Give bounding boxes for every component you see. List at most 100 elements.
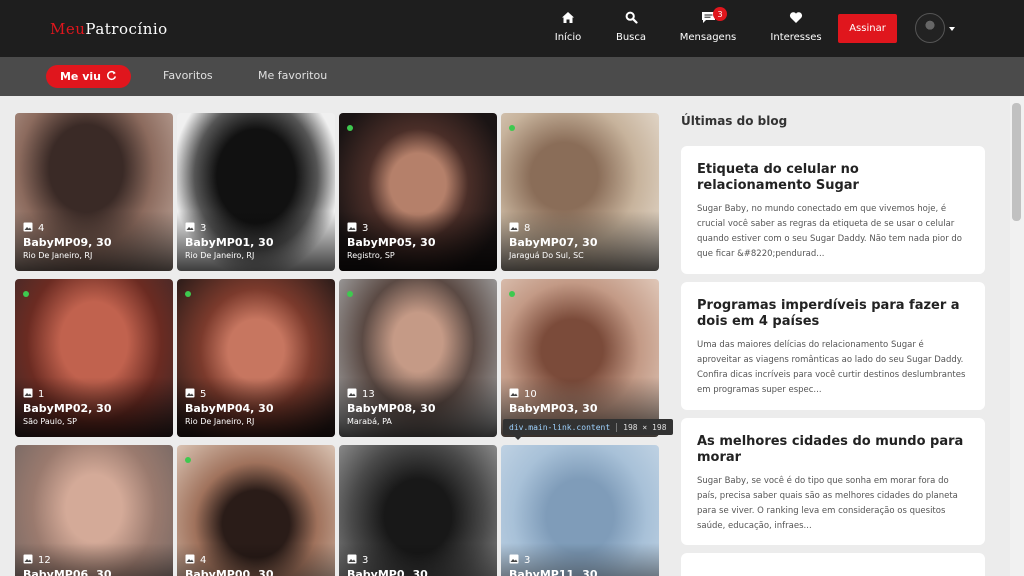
blog-post-excerpt: Sugar Baby, se você é do tipo que sonha … bbox=[697, 476, 958, 531]
logo-text-patrocinio: Patrocínio bbox=[85, 20, 168, 38]
photo-count: 5 bbox=[185, 388, 206, 401]
photo-count: 3 bbox=[347, 554, 368, 567]
profile-card[interactable]: 12 BabyMP06, 30 bbox=[15, 445, 173, 576]
photo-count-value: 4 bbox=[200, 555, 207, 566]
profile-name[interactable]: BabyMP01, 30 bbox=[185, 236, 273, 249]
blog-post-title[interactable]: Programas imperdíveis para fazer a dois … bbox=[697, 298, 969, 330]
photo-count: 1 bbox=[23, 388, 44, 401]
profile-location: Rio De Janeiro, RJ bbox=[185, 417, 255, 426]
messages-count-badge: 3 bbox=[713, 7, 727, 21]
user-avatar[interactable] bbox=[915, 13, 945, 43]
photo-count: 3 bbox=[185, 222, 206, 235]
photo-icon bbox=[347, 554, 357, 567]
blog-post-card[interactable] bbox=[681, 553, 985, 576]
profile-card[interactable]: 5 BabyMP04, 30 Rio De Janeiro, RJ bbox=[177, 279, 335, 437]
photo-icon bbox=[509, 222, 519, 235]
photo-icon bbox=[23, 388, 33, 401]
photo-icon bbox=[23, 554, 33, 567]
photo-count-value: 5 bbox=[200, 389, 207, 400]
devtools-inspect-tooltip: div.main-link.content 198 × 198 bbox=[503, 419, 673, 435]
photo-icon bbox=[23, 222, 33, 235]
online-status-dot bbox=[185, 291, 191, 297]
profile-card[interactable]: 13 BabyMP08, 30 Marabá, PA bbox=[339, 279, 497, 437]
profile-name[interactable]: BabyMP04, 30 bbox=[185, 402, 273, 415]
online-status-dot bbox=[509, 125, 515, 131]
profile-name[interactable]: BabyMP07, 30 bbox=[509, 236, 597, 249]
photo-count: 4 bbox=[185, 554, 206, 567]
profile-card[interactable]: 4 BabyMP00, 30 bbox=[177, 445, 335, 576]
photo-count-value: 3 bbox=[362, 555, 369, 566]
photo-icon bbox=[185, 388, 195, 401]
profile-card[interactable]: 4 BabyMP09, 30 Rio De Janeiro, RJ bbox=[15, 113, 173, 271]
profile-name[interactable]: BabyMP00, 30 bbox=[185, 568, 273, 576]
photo-count-value: 12 bbox=[38, 555, 51, 566]
tooltip-arrow bbox=[513, 435, 523, 440]
profile-card[interactable]: 3 BabyMP01, 30 Rio De Janeiro, RJ bbox=[177, 113, 335, 271]
blog-post-title[interactable]: Etiqueta do celular no relacionamento Su… bbox=[697, 162, 969, 194]
nav-mensagens[interactable]: 3 Mensagens bbox=[679, 7, 737, 48]
nav-mensagens-label: Mensagens bbox=[679, 32, 737, 43]
nav-inicio[interactable]: Início bbox=[554, 8, 582, 48]
online-status-dot bbox=[23, 291, 29, 297]
profile-card[interactable]: 1 BabyMP02, 30 São Paulo, SP bbox=[15, 279, 173, 437]
profile-name[interactable]: BabyMP11, 30 bbox=[509, 568, 597, 576]
photo-count-value: 4 bbox=[38, 223, 45, 234]
tooltip-dimensions: 198 × 198 bbox=[616, 422, 667, 432]
profile-card[interactable]: 3 BabyMP11, 30 bbox=[501, 445, 659, 576]
profile-name[interactable]: BabyMP08, 30 bbox=[347, 402, 435, 415]
photo-count: 10 bbox=[509, 388, 537, 401]
online-status-dot bbox=[347, 291, 353, 297]
profile-location: Rio De Janeiro, RJ bbox=[185, 251, 255, 260]
top-navbar: MeuPatrocínio Início Busca 3 Mensagens I… bbox=[0, 0, 1024, 57]
profile-name[interactable]: BabyMP0, 30 bbox=[347, 568, 428, 576]
photo-count-value: 10 bbox=[524, 389, 537, 400]
nav-busca-label: Busca bbox=[615, 32, 647, 43]
profile-location: São Paulo, SP bbox=[23, 417, 77, 426]
profile-card[interactable]: 3 BabyMP05, 30 Registro, SP bbox=[339, 113, 497, 271]
chevron-down-icon[interactable] bbox=[949, 27, 955, 31]
blog-post-card[interactable]: Programas imperdíveis para fazer a dois … bbox=[681, 282, 985, 410]
photo-count-value: 13 bbox=[362, 389, 375, 400]
profile-name[interactable]: BabyMP02, 30 bbox=[23, 402, 111, 415]
profile-location: Rio De Janeiro, RJ bbox=[23, 251, 93, 260]
blog-post-card[interactable]: Etiqueta do celular no relacionamento Su… bbox=[681, 146, 985, 274]
photo-count-value: 3 bbox=[200, 223, 207, 234]
profile-name[interactable]: BabyMP09, 30 bbox=[23, 236, 111, 249]
photo-count: 4 bbox=[23, 222, 44, 235]
heart-icon bbox=[789, 8, 803, 26]
tab-me-favoritou[interactable]: Me favoritou bbox=[258, 69, 327, 82]
logo-text-meu: Meu bbox=[50, 20, 86, 38]
profile-location: Marabá, PA bbox=[347, 417, 392, 426]
blog-post-card[interactable]: As melhores cidades do mundo para morar … bbox=[681, 418, 985, 545]
photo-icon bbox=[509, 554, 519, 567]
nav-interesses[interactable]: Interesses bbox=[770, 8, 822, 48]
profile-card[interactable]: 10 BabyMP03, 30 bbox=[501, 279, 659, 437]
subscribe-button[interactable]: Assinar bbox=[838, 14, 897, 43]
photo-count-value: 3 bbox=[524, 555, 531, 566]
profile-card[interactable]: 3 BabyMP0, 30 bbox=[339, 445, 497, 576]
profile-name[interactable]: BabyMP06, 30 bbox=[23, 568, 111, 576]
scrollbar-thumb[interactable] bbox=[1012, 103, 1021, 221]
photo-icon bbox=[347, 222, 357, 235]
blog-post-title[interactable]: As melhores cidades do mundo para morar bbox=[697, 434, 969, 466]
profile-name[interactable]: BabyMP05, 30 bbox=[347, 236, 435, 249]
tab-me-viu-label: Me viu bbox=[59, 70, 101, 83]
online-status-dot bbox=[347, 125, 353, 131]
online-status-dot bbox=[185, 457, 191, 463]
photo-icon bbox=[509, 388, 519, 401]
photo-count: 8 bbox=[509, 222, 530, 235]
search-icon bbox=[625, 8, 638, 26]
photo-icon bbox=[185, 554, 195, 567]
site-logo[interactable]: MeuPatrocínio bbox=[50, 20, 168, 38]
online-status-dot bbox=[509, 291, 515, 297]
tab-me-viu[interactable]: Me viu bbox=[46, 65, 131, 88]
nav-busca[interactable]: Busca bbox=[616, 8, 646, 48]
photo-count-value: 8 bbox=[524, 223, 531, 234]
profile-name[interactable]: BabyMP03, 30 bbox=[509, 402, 597, 415]
nav-inicio-label: Início bbox=[554, 32, 582, 43]
photo-count-value: 3 bbox=[362, 223, 369, 234]
tab-favoritos[interactable]: Favoritos bbox=[163, 69, 213, 82]
photo-count: 3 bbox=[509, 554, 530, 567]
profile-card[interactable]: 8 BabyMP07, 30 Jaraguá Do Sul, SC bbox=[501, 113, 659, 271]
profile-filter-bar: Me viu Favoritos Me favoritou bbox=[0, 57, 1024, 96]
